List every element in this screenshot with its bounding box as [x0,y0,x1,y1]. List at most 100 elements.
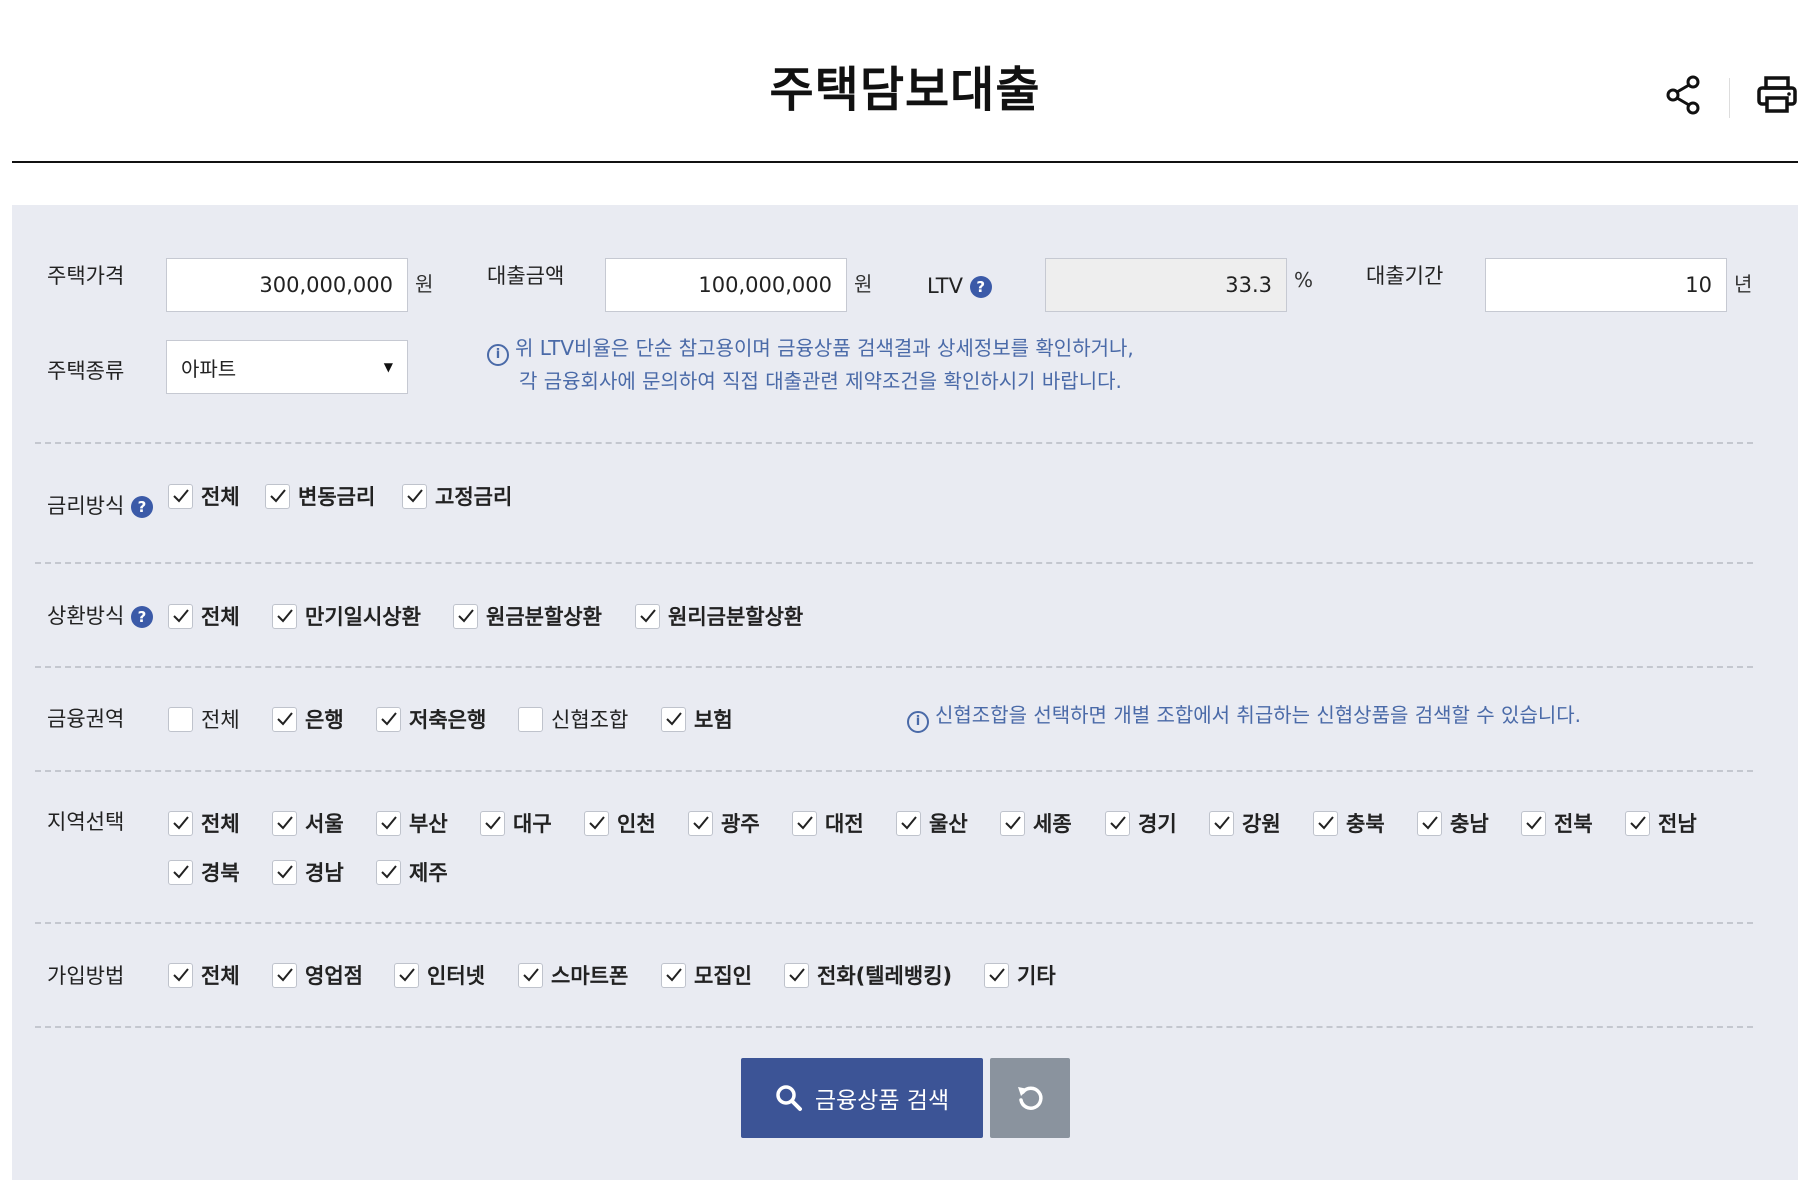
checkbox-region[interactable]: 전남 [1625,808,1697,838]
checkmark-icon[interactable] [635,603,660,629]
checkmark-icon[interactable] [1313,810,1338,836]
checkbox-region[interactable]: 세종 [1000,808,1072,838]
checkmark-icon[interactable] [984,962,1009,988]
reset-button[interactable] [990,1058,1070,1138]
region-label: 지역선택 [47,810,125,834]
checkbox-finance-sector[interactable]: 저축은행 [376,704,486,734]
checkmark-icon[interactable] [1521,810,1546,836]
ltv-note-line1: 위 LTV비율은 단순 참고용이며 금융상품 검색결과 상세정보를 확인하거나, [515,336,1134,360]
loan-amount-unit: 원 [854,272,873,296]
checkmark-icon[interactable] [1000,810,1025,836]
checkmark-icon[interactable] [688,810,713,836]
checkbox-region[interactable]: 부산 [376,808,448,838]
checkbox-join-method[interactable]: 스마트폰 [518,960,628,990]
checkmark-icon[interactable] [168,859,193,885]
checkmark-icon[interactable] [376,810,401,836]
checkbox-repay-type[interactable]: 만기일시상환 [272,601,421,631]
checkbox-region[interactable]: 광주 [688,808,760,838]
checkbox-label: 저축은행 [409,708,487,732]
checkmark-icon[interactable] [1209,810,1234,836]
checkmark-icon[interactable] [896,810,921,836]
checkmark-icon[interactable] [453,603,478,629]
checkmark-icon[interactable] [584,810,609,836]
checkmark-icon[interactable] [272,603,297,629]
search-button[interactable]: 금융상품 검색 [741,1058,983,1138]
checkmark-icon[interactable] [1105,810,1130,836]
checkmark-icon[interactable] [784,962,809,988]
checkbox-finance-sector[interactable]: 은행 [272,704,344,734]
checkbox-join-method[interactable]: 기타 [984,960,1056,990]
checkbox-region[interactable]: 전체 [168,808,240,838]
checkbox-join-method[interactable]: 모집인 [661,960,752,990]
checkbox-region[interactable]: 울산 [896,808,968,838]
checkbox-label: 서울 [305,812,344,836]
checkbox-region[interactable]: 강원 [1209,808,1281,838]
checkbox-region[interactable]: 대구 [480,808,552,838]
checkbox-region[interactable]: 경북 [168,857,240,887]
checkbox-region[interactable]: 대전 [792,808,864,838]
checkmark-icon[interactable] [792,810,817,836]
checkbox-finance-sector[interactable]: 보험 [661,704,733,734]
checkmark-icon[interactable] [265,483,290,509]
checkbox-region[interactable]: 충남 [1417,808,1489,838]
house-price-input[interactable]: 300,000,000 [166,258,408,312]
checkbox-repay-type[interactable]: 원리금분할상환 [635,601,803,631]
repay-type-help-icon[interactable]: ? [130,606,153,628]
checkmark-icon[interactable] [168,962,193,988]
checkmark-icon[interactable] [661,962,686,988]
loan-period-input[interactable]: 10 [1485,258,1727,312]
checkbox-region[interactable]: 충북 [1313,808,1385,838]
checkbox-rate-type[interactable]: 고정금리 [402,481,512,511]
checkbox-join-method[interactable]: 영업점 [272,960,363,990]
checkbox-region[interactable]: 서울 [272,808,344,838]
checkmark-icon[interactable] [1625,810,1650,836]
checkbox-box[interactable] [518,706,543,732]
checkbox-rate-type[interactable]: 전체 [168,481,240,511]
share-icon[interactable] [1658,70,1708,120]
checkbox-label: 전체 [201,812,240,836]
checkmark-icon[interactable] [272,859,297,885]
checkbox-region[interactable]: 경기 [1105,808,1177,838]
checkbox-finance-sector[interactable]: 전체 [168,704,240,734]
checkbox-repay-type[interactable]: 전체 [168,601,240,631]
checkmark-icon[interactable] [272,962,297,988]
checkmark-icon[interactable] [272,810,297,836]
checkbox-label: 신협조합 [551,708,629,732]
print-icon[interactable] [1752,70,1802,120]
loan-amount-input[interactable]: 100,000,000 [605,258,847,312]
checkmark-icon[interactable] [1417,810,1442,836]
page-header: 주택담보대출 [0,0,1810,163]
ltv-help-icon[interactable]: ? [969,276,992,298]
house-type-select[interactable]: 아파트 ▼ [166,340,408,394]
checkbox-label: 만기일시상환 [305,605,421,629]
checkbox-region[interactable]: 경남 [272,857,344,887]
checkbox-join-method[interactable]: 전화(텔레뱅킹) [784,960,952,990]
checkbox-repay-type[interactable]: 원금분할상환 [453,601,602,631]
checkbox-region[interactable]: 인천 [584,808,656,838]
checkbox-region[interactable]: 제주 [376,857,448,887]
checkbox-join-method[interactable]: 전체 [168,960,240,990]
checkmark-icon[interactable] [480,810,505,836]
dropdown-arrow-icon: ▼ [383,360,393,374]
checkmark-icon[interactable] [168,483,193,509]
checkbox-box[interactable] [168,706,193,732]
ltv-note-line2: 각 금융회사에 문의하여 직접 대출관련 제약조건을 확인하시기 바랍니다. [519,369,1122,393]
checkbox-label: 스마트폰 [551,964,629,988]
divider [35,562,1753,564]
checkmark-icon[interactable] [394,962,419,988]
checkmark-icon[interactable] [376,859,401,885]
checkbox-region[interactable]: 전북 [1521,808,1593,838]
checkbox-rate-type[interactable]: 변동금리 [265,481,375,511]
rate-type-help-icon[interactable]: ? [130,496,153,518]
checkmark-icon[interactable] [168,603,193,629]
checkmark-icon[interactable] [518,962,543,988]
checkbox-join-method[interactable]: 인터넷 [394,960,485,990]
checkmark-icon[interactable] [376,706,401,732]
checkmark-icon[interactable] [661,706,686,732]
checkmark-icon[interactable] [402,483,427,509]
checkbox-label: 인천 [617,812,656,836]
checkbox-finance-sector[interactable]: 신협조합 [518,704,628,734]
rate-type-label-text: 금리방식 [47,494,125,518]
checkmark-icon[interactable] [272,706,297,732]
checkmark-icon[interactable] [168,810,193,836]
